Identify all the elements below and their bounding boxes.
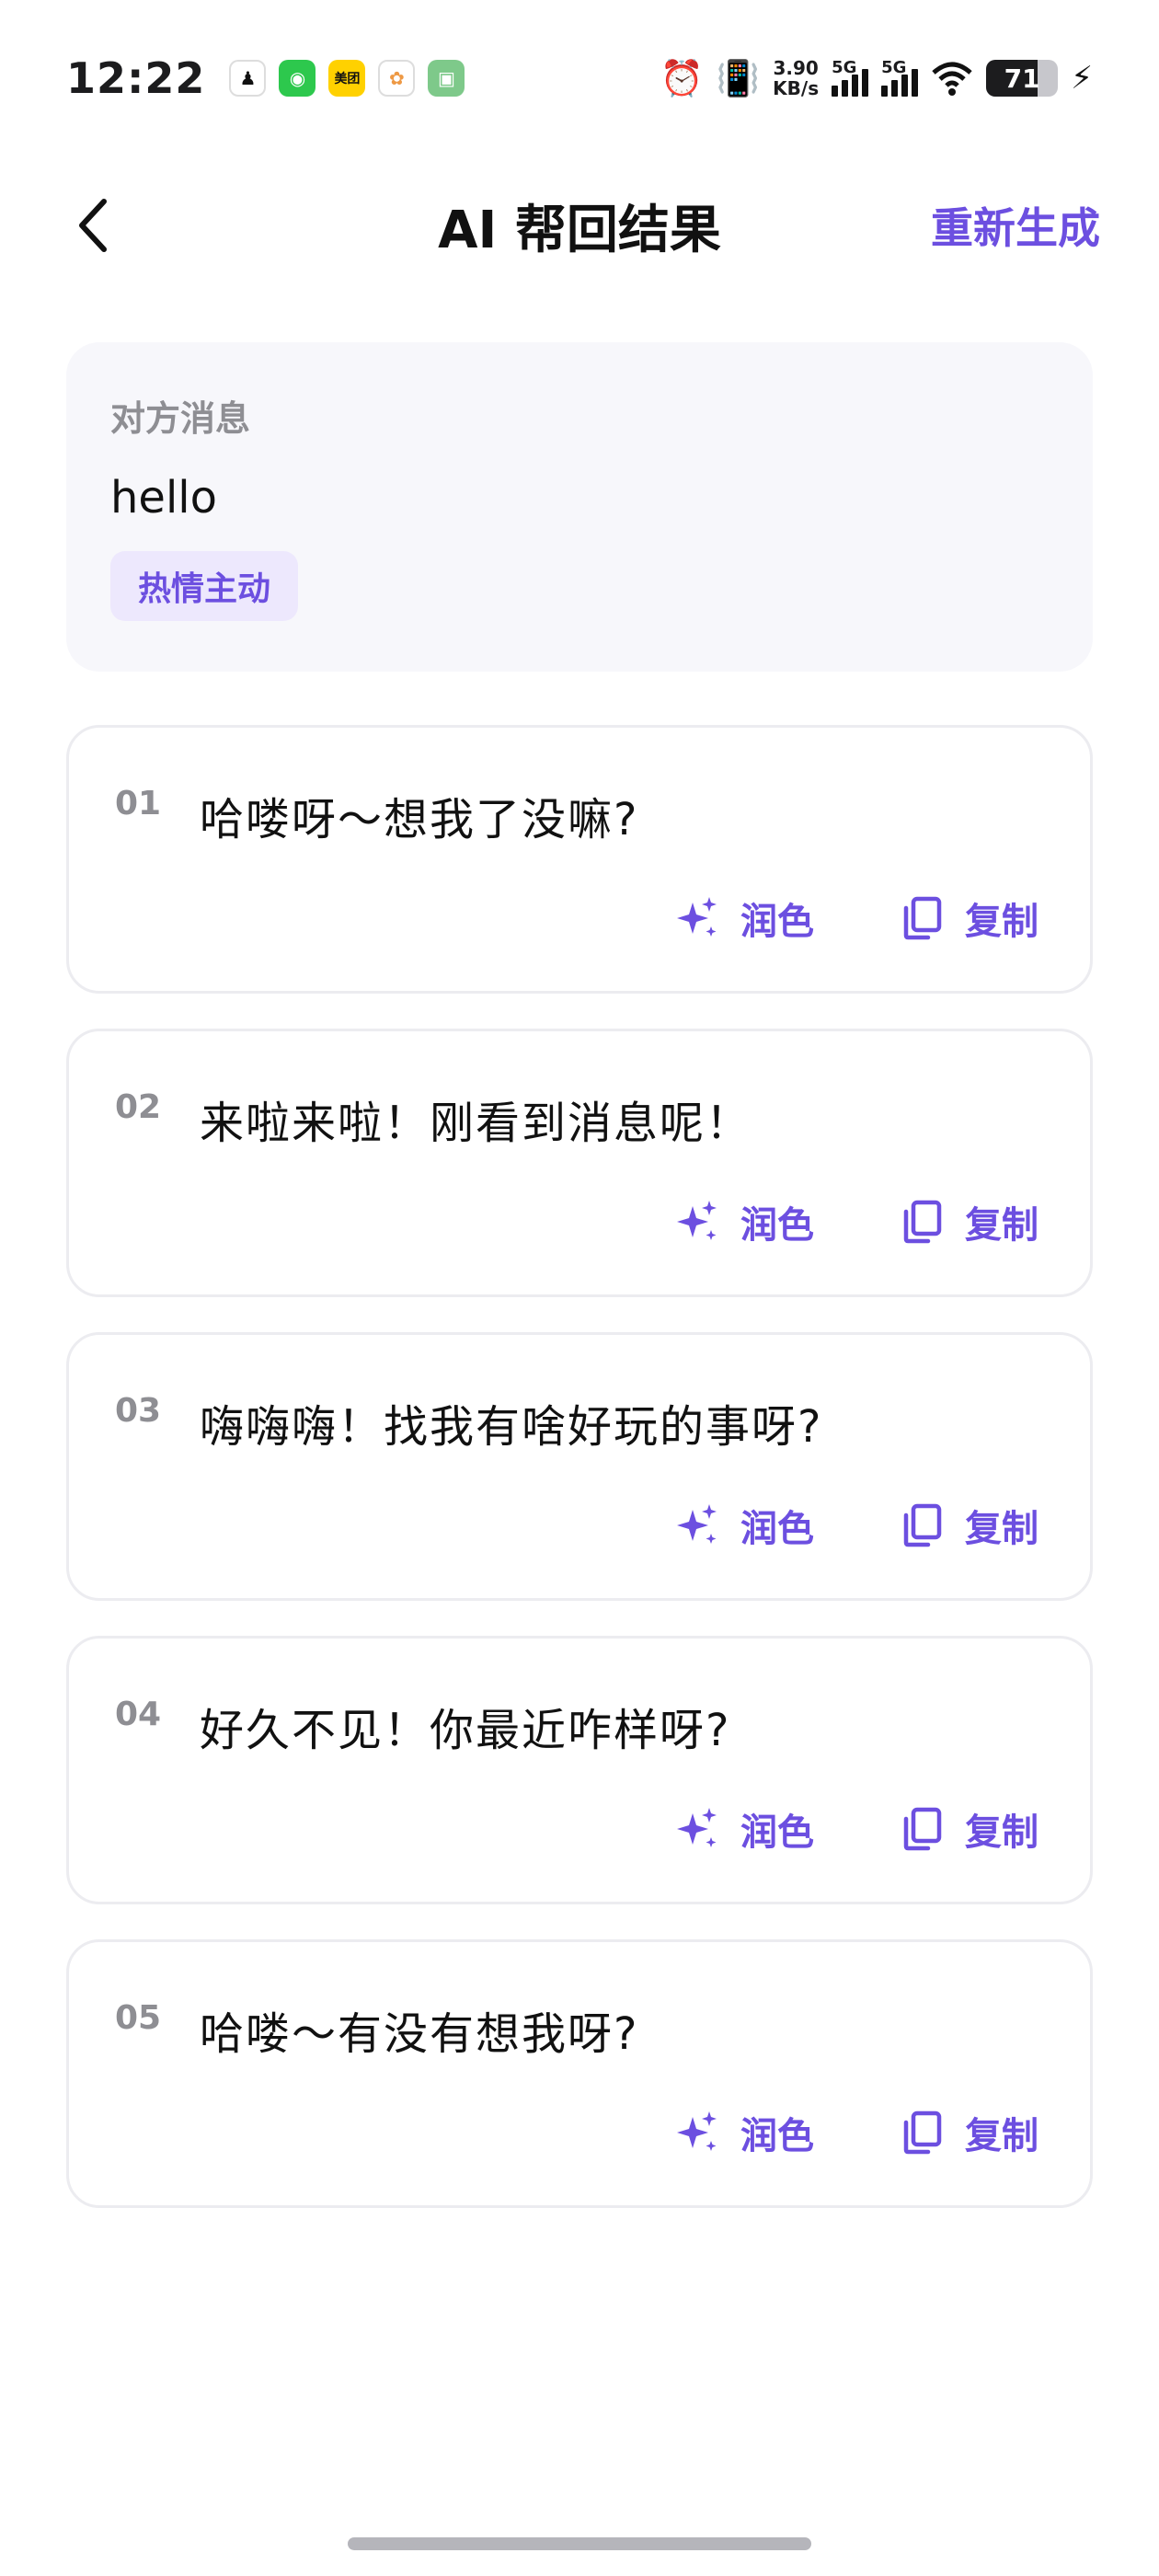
reply-text[interactable]: 哈喽呀～想我了没嘛?: [200, 783, 638, 847]
reply-actions: 润色 复制: [674, 891, 1039, 945]
copy-label: 复制: [965, 2115, 1039, 2157]
wifi-icon: [932, 62, 972, 96]
signal-icon-2: 5G: [881, 58, 919, 97]
net-speed-value: 3.90: [773, 57, 819, 79]
copy-button[interactable]: 复制: [899, 1499, 1039, 1552]
green-app-icon: ▣: [428, 60, 465, 97]
reply-actions: 润色 复制: [674, 2106, 1039, 2159]
reply-text[interactable]: 好久不见！你最近咋样呀?: [200, 1694, 730, 1758]
copy-label: 复制: [965, 1204, 1039, 1247]
reply-text[interactable]: 来啦来啦！刚看到消息呢！: [200, 1087, 752, 1151]
reply-index: 04: [115, 1696, 162, 1733]
polish-button[interactable]: 润色: [674, 1802, 814, 1856]
sparkle-icon: [677, 1201, 717, 1240]
reply-index: 02: [115, 1088, 162, 1126]
network-speed: 3.90 KB/s: [773, 58, 819, 98]
meituan-icon: 美团: [328, 60, 366, 97]
sparkle-icon: [677, 1808, 717, 1847]
charging-icon: ⚡: [1071, 60, 1093, 97]
home-indicator[interactable]: [348, 2537, 811, 2550]
copy-icon: [903, 896, 942, 940]
reply-card: 01 哈喽呀～想我了没嘛? 润色 复制: [66, 725, 1093, 994]
alarm-icon: ⏰: [660, 57, 704, 98]
copy-icon: [903, 1503, 942, 1547]
net-speed-unit: KB/s: [773, 77, 820, 99]
screen: 12:22 ♟ ◉ 美团 ✿ ▣ ⏰ 📳 3.90 KB/s 5G 5G 71 …: [0, 0, 1159, 2576]
wechat-icon: ◉: [279, 60, 316, 97]
reply-card: 04 好久不见！你最近咋样呀? 润色 复制: [66, 1636, 1093, 1904]
source-message-card: 对方消息 hello 热情主动: [66, 342, 1093, 672]
polish-button[interactable]: 润色: [674, 891, 814, 945]
copy-icon: [903, 1807, 942, 1851]
copy-icon: [903, 2110, 942, 2155]
copy-label: 复制: [965, 1508, 1039, 1550]
polish-button[interactable]: 润色: [674, 1195, 814, 1248]
sparkle-icon: [677, 2111, 717, 2151]
reply-actions: 润色 复制: [674, 1499, 1039, 1552]
system-status: ⏰ 📳 3.90 KB/s 5G 5G 71 ⚡: [660, 58, 1093, 99]
polish-button[interactable]: 润色: [674, 2106, 814, 2159]
notification-icons: ♟ ◉ 美团 ✿ ▣: [229, 60, 465, 97]
sparkle-icon: [677, 1504, 717, 1544]
polish-label: 润色: [740, 1508, 814, 1550]
top-nav-bar: AI 帮回结果 重新生成: [0, 175, 1159, 276]
signal-label-1: 5G: [832, 58, 857, 77]
reply-index: 03: [115, 1392, 162, 1430]
copy-label: 复制: [965, 901, 1039, 943]
reply-card: 02 来啦来啦！刚看到消息呢！ 润色 复制: [66, 1029, 1093, 1297]
copy-label: 复制: [965, 1811, 1039, 1854]
reply-index: 05: [115, 1999, 162, 2037]
reply-actions: 润色 复制: [674, 1195, 1039, 1248]
polish-label: 润色: [740, 1811, 814, 1854]
source-label: 对方消息: [110, 398, 251, 439]
copy-button[interactable]: 复制: [899, 1195, 1039, 1248]
reply-card: 05 哈喽～有没有想我呀? 润色 复制: [66, 1939, 1093, 2208]
vibrate-icon: 📳: [716, 57, 761, 98]
polish-button[interactable]: 润色: [674, 1499, 814, 1552]
battery-icon: 71: [986, 60, 1059, 97]
source-message-text: hello: [110, 472, 217, 523]
status-bar: 12:22 ♟ ◉ 美团 ✿ ▣ ⏰ 📳 3.90 KB/s 5G 5G 71 …: [0, 0, 1159, 156]
signal-label-2: 5G: [881, 58, 907, 77]
reply-text[interactable]: 嗨嗨嗨！找我有啥好玩的事呀?: [200, 1390, 822, 1455]
copy-icon: [903, 1200, 942, 1244]
polish-label: 润色: [740, 901, 814, 943]
status-time: 12:22: [66, 53, 206, 103]
driver-icon: ♟: [229, 60, 267, 97]
reply-index: 01: [115, 785, 162, 822]
battery-level: 71: [1004, 63, 1040, 94]
sparkle-icon: [677, 897, 717, 937]
reply-actions: 润色 复制: [674, 1802, 1039, 1856]
copy-button[interactable]: 复制: [899, 1802, 1039, 1856]
reply-list: 01 哈喽呀～想我了没嘛? 润色 复制 02 来啦来啦！刚看到消息呢！ 润色 复…: [66, 725, 1093, 2243]
reply-style-tag: 热情主动: [110, 551, 299, 621]
reply-card: 03 嗨嗨嗨！找我有啥好玩的事呀? 润色 复制: [66, 1332, 1093, 1601]
polish-label: 润色: [740, 2115, 814, 2157]
pinwheel-app-icon: ✿: [378, 60, 416, 97]
copy-button[interactable]: 复制: [899, 891, 1039, 945]
signal-icon: 5G: [832, 58, 869, 97]
polish-label: 润色: [740, 1204, 814, 1247]
reply-text[interactable]: 哈喽～有没有想我呀?: [200, 1997, 638, 2062]
regenerate-button[interactable]: 重新生成: [931, 195, 1100, 256]
copy-button[interactable]: 复制: [899, 2106, 1039, 2159]
